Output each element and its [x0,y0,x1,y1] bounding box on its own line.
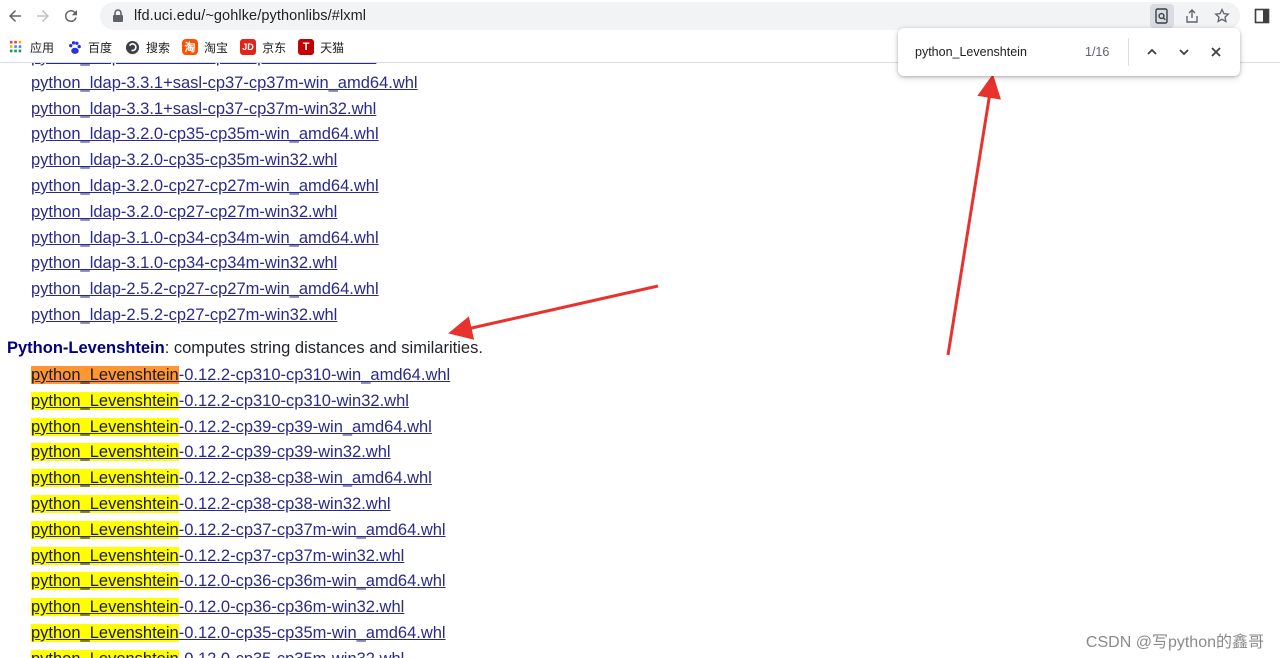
share-icon[interactable] [1180,4,1204,28]
package-heading: Python-Levenshtein: computes string dist… [7,339,483,358]
watermark: CSDN @写python的鑫哥 [1085,634,1264,651]
find-input[interactable]: python_Levenshtein [915,45,1075,59]
search-match-highlight: python_Levenshtein [31,443,179,462]
find-divider [1128,38,1129,66]
levenshtein-download-link[interactable]: python_Levenshtein-0.12.2-cp39-cp39-win3… [31,440,450,466]
side-panel-icon[interactable] [1250,4,1274,28]
bookmark-label: 应用 [30,40,55,55]
download-link[interactable]: python_ldap-3.1.0-cp34-cp34m-win32.whl [31,251,418,277]
file-suffix: -0.12.0-cp36-cp36m-win32.whl [178,598,405,617]
tmall-icon: T [298,39,315,55]
download-link[interactable]: python_ldap-3.3.1+sasl-cp37-cp37m-win32.… [31,97,418,123]
apps-grid-icon [8,39,24,55]
levenshtein-download-link[interactable]: python_Levenshtein-0.12.2-cp38-cp38-win_… [31,466,450,492]
search-match-highlight: python_Levenshtein [31,546,179,565]
url-text[interactable]: lfd.uci.edu/~gohlke/pythonlibs/#lxml [134,8,366,24]
close-icon [1211,47,1221,57]
chevron-down-icon [1179,49,1189,56]
levenshtein-download-link[interactable]: python_Levenshtein-0.12.2-cp39-cp39-win_… [31,415,450,441]
search-match-highlight: python_Levenshtein [31,623,179,642]
search-globe-icon [124,39,140,55]
reload-icon[interactable] [58,3,84,29]
bookmark-label: 京东 [262,40,287,55]
bookmark-search[interactable]: 搜索 [124,39,170,56]
package-description: : computes string distances and similari… [164,339,483,357]
download-link[interactable]: python_ldap-3.2.0-cp27-cp27m-win_amd64.w… [31,174,418,200]
search-match-highlight: python_Levenshtein [31,649,179,658]
taobao-icon: 淘 [182,39,199,55]
forward-arrow-icon[interactable] [30,3,56,29]
back-arrow-icon[interactable] [2,3,28,29]
levenshtein-download-link[interactable]: python_Levenshtein-0.12.2-cp38-cp38-win3… [31,492,450,518]
levenshtein-download-link[interactable]: python_Levenshtein-0.12.0-cp35-cp35m-win… [31,621,450,647]
download-link[interactable]: python_ldap-2.5.2-cp27-cp27m-win_amd64.w… [31,277,418,303]
levenshtein-links-list: python_Levenshtein-0.12.2-cp310-cp310-wi… [31,363,450,658]
levenshtein-download-link[interactable]: python_Levenshtein-0.12.0-cp36-cp36m-win… [31,569,450,595]
levenshtein-download-link[interactable]: python_Levenshtein-0.12.0-cp36-cp36m-win… [31,595,450,621]
baidu-paw-icon [66,39,82,55]
search-match-highlight: python_Levenshtein [31,520,179,539]
levenshtein-download-link[interactable]: python_Levenshtein-0.12.2-cp310-cp310-wi… [31,363,450,389]
find-match-count: 1/16 [1085,45,1110,59]
search-match-highlight: python_Levenshtein [31,598,179,617]
bookmark-label: 搜索 [146,40,171,55]
bookmark-label: 百度 [88,40,113,55]
bookmark-taobao[interactable]: 淘 淘宝 [182,39,228,56]
lock-icon[interactable] [110,8,126,24]
search-match-highlight: python_Levenshtein [31,469,179,488]
levenshtein-download-link[interactable]: python_Levenshtein-0.12.2-cp37-cp37m-win… [31,544,450,570]
address-bar[interactable]: lfd.uci.edu/~gohlke/pythonlibs/#lxml [100,2,1240,30]
download-link[interactable]: python_ldap-2.5.2-cp27-cp27m-win32.whl [31,303,418,329]
find-close-button[interactable] [1205,41,1227,63]
download-link[interactable]: python_ldap-3.3.1+sasl-cp37-cp37m-win_am… [31,71,418,97]
search-match-highlight: python_Levenshtein [31,494,179,513]
file-suffix: -0.12.0-cp35-cp35m-win_amd64.whl [178,623,446,642]
find-previous-button[interactable] [1141,41,1163,63]
file-suffix: -0.12.2-cp37-cp37m-win_amd64.whl [178,520,446,539]
package-name[interactable]: Python-Levenshtein [7,339,165,357]
file-suffix: -0.12.0-cp36-cp36m-win_amd64.whl [178,572,446,591]
search-match-highlight: python_Levenshtein [31,572,179,591]
download-link[interactable]: python_ldap-3.1.0-cp34-cp34m-win_amd64.w… [31,226,418,252]
file-suffix: -0.12.2-cp310-cp310-win_amd64.whl [178,366,451,384]
download-link[interactable]: python_ldap-3.2.0-cp35-cp35m-win32.whl [31,148,418,174]
file-suffix: -0.12.2-cp39-cp39-win32.whl [178,443,391,462]
search-match-highlight: python_Levenshtein [31,366,179,384]
download-link[interactable]: python_ldap-3.2.0-cp27-cp27m-win32.whl [31,200,418,226]
download-link[interactable]: python_ldap-3.2.0-cp35-cp35m-win_amd64.w… [31,122,418,148]
levenshtein-download-link[interactable]: python_Levenshtein-0.12.2-cp37-cp37m-win… [31,518,450,544]
search-match-highlight: python_Levenshtein [31,417,179,436]
bookmark-baidu[interactable]: 百度 [66,39,112,56]
find-next-button[interactable] [1173,41,1195,63]
ldap-links-list: python_ldap-3.3.1+sasl-cp36-cp36m-win32.… [31,63,418,329]
bookmark-label: 淘宝 [204,40,229,55]
bookmark-jd[interactable]: JD 京东 [240,39,286,56]
chevron-up-icon [1147,48,1157,55]
file-suffix: -0.12.2-cp39-cp39-win_amd64.whl [178,417,432,436]
bookmark-apps[interactable]: 应用 [8,39,54,56]
find-in-page-bar: python_Levenshtein 1/16 [898,28,1240,76]
levenshtein-download-link[interactable]: python_Levenshtein-0.12.2-cp310-cp310-wi… [31,389,450,415]
bookmark-label: 天猫 [320,40,345,55]
file-suffix: -0.12.2-cp37-cp37m-win32.whl [178,546,405,565]
bookmark-star-icon[interactable] [1210,4,1234,28]
file-suffix: -0.12.2-cp38-cp38-win_amd64.whl [178,469,432,488]
jd-icon: JD [240,39,257,55]
page-content: python_ldap-3.3.1+sasl-cp36-cp36m-win32.… [0,63,1280,658]
levenshtein-download-link[interactable]: python_Levenshtein-0.12.0-cp35-cp35m-win… [31,647,450,658]
search-match-highlight: python_Levenshtein [31,391,179,410]
download-link-partial[interactable]: python_ldap-3.3.1+sasl-cp36-cp36m-win32.… [31,63,418,71]
file-suffix: -0.12.2-cp310-cp310-win32.whl [178,391,409,410]
find-in-page-icon[interactable] [1150,4,1174,28]
bookmark-tmall[interactable]: T 天猫 [298,39,344,56]
file-suffix: -0.12.0-cp35-cp35m-win32.whl [179,650,405,658]
file-suffix: -0.12.2-cp38-cp38-win32.whl [178,494,391,513]
